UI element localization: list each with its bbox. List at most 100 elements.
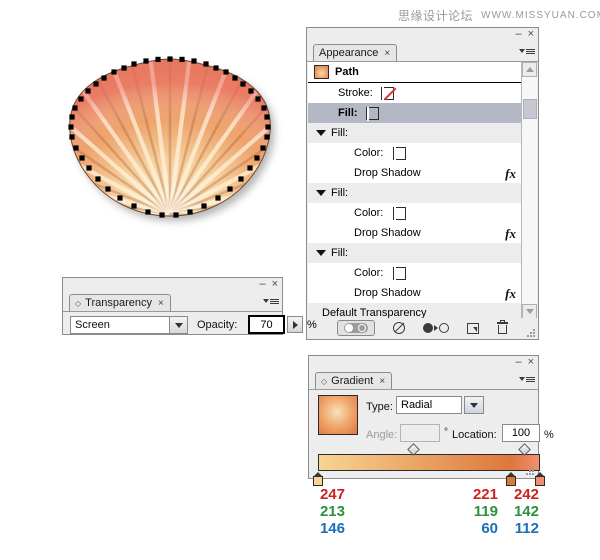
appearance-window-buttons[interactable]: – × bbox=[515, 29, 534, 40]
appearance-panel[interactable]: – × Appearance × Path Stroke: Fill: Fill… bbox=[306, 27, 539, 340]
duplicate-selected-item-button[interactable] bbox=[467, 322, 479, 334]
transparency-window-buttons[interactable]: – × bbox=[259, 279, 278, 290]
appearance-row-fill-selected[interactable]: Fill: bbox=[308, 103, 524, 123]
anchor-point[interactable] bbox=[261, 105, 267, 111]
tab-gradient[interactable]: ◇ Gradient × bbox=[315, 372, 393, 389]
chevron-down-icon[interactable] bbox=[169, 317, 187, 333]
anchor-point[interactable] bbox=[86, 165, 92, 171]
scrollbar-thumb[interactable] bbox=[523, 99, 537, 119]
disclosure-triangle-down-icon[interactable] bbox=[316, 130, 326, 136]
stroke-swatch-none-icon[interactable] bbox=[380, 86, 394, 101]
anchor-point[interactable] bbox=[79, 155, 85, 161]
anchor-point[interactable] bbox=[247, 165, 253, 171]
anchor-point[interactable] bbox=[143, 58, 149, 64]
reduce-to-basic-appearance-button[interactable] bbox=[423, 323, 449, 333]
anchor-point[interactable] bbox=[69, 114, 75, 120]
panel-menu-icon[interactable] bbox=[521, 373, 535, 386]
appearance-row-color-3[interactable]: Color: bbox=[308, 263, 524, 283]
anchor-point[interactable] bbox=[260, 145, 266, 151]
appearance-row-color-2[interactable]: Color: bbox=[308, 203, 524, 223]
color-swatch-2-icon[interactable] bbox=[393, 206, 407, 221]
close-icon[interactable]: × bbox=[272, 279, 278, 290]
anchor-point[interactable] bbox=[265, 124, 271, 130]
delete-selected-item-button[interactable] bbox=[497, 320, 508, 334]
anchor-point[interactable] bbox=[131, 203, 137, 209]
fill-swatch-icon[interactable] bbox=[365, 106, 379, 121]
anchor-point[interactable] bbox=[223, 69, 229, 75]
clear-appearance-button[interactable] bbox=[393, 322, 405, 334]
anchor-point[interactable] bbox=[201, 203, 207, 209]
gradient-type-select[interactable]: Radial bbox=[396, 396, 462, 414]
panel-menu-icon[interactable] bbox=[521, 45, 535, 58]
anchor-point[interactable] bbox=[159, 212, 165, 218]
gradient-tabrow[interactable]: ◇ Gradient × bbox=[309, 372, 538, 390]
anchor-point[interactable] bbox=[213, 65, 219, 71]
anchor-point[interactable] bbox=[105, 186, 111, 192]
anchor-point[interactable] bbox=[93, 81, 99, 87]
chevron-down-icon[interactable] bbox=[464, 396, 484, 414]
gradient-angle-input[interactable] bbox=[400, 424, 440, 442]
minimize-icon[interactable]: – bbox=[515, 357, 521, 368]
anchor-point[interactable] bbox=[145, 209, 151, 215]
tab-close-icon[interactable]: × bbox=[158, 298, 164, 309]
anchor-point[interactable] bbox=[173, 212, 179, 218]
anchor-point[interactable] bbox=[187, 209, 193, 215]
anchor-point[interactable] bbox=[232, 75, 238, 81]
appearance-group-fill-3[interactable]: Fill: bbox=[308, 243, 524, 263]
appearance-titlebar[interactable]: – × bbox=[307, 28, 538, 44]
scroll-down-arrow-icon[interactable] bbox=[522, 304, 537, 319]
new-art-maintains-appearance-button[interactable] bbox=[337, 320, 375, 336]
appearance-scrollbar[interactable] bbox=[521, 62, 537, 319]
appearance-row-drop-shadow-3[interactable]: Drop Shadow fx bbox=[308, 283, 524, 303]
disclosure-triangle-down-icon[interactable] bbox=[316, 250, 326, 256]
anchor-point[interactable] bbox=[254, 155, 260, 161]
tab-transparency[interactable]: ◇ Transparency × bbox=[69, 294, 171, 311]
anchor-point[interactable] bbox=[191, 58, 197, 64]
scroll-up-arrow-icon[interactable] bbox=[522, 62, 537, 77]
tab-close-icon[interactable]: × bbox=[384, 48, 390, 59]
appearance-group-fill-2[interactable]: Fill: bbox=[308, 183, 524, 203]
minimize-icon[interactable]: – bbox=[515, 29, 521, 40]
resize-grip[interactable] bbox=[527, 329, 536, 338]
anchor-point[interactable] bbox=[95, 176, 101, 182]
seashell-artwork[interactable] bbox=[58, 38, 283, 233]
gradient-stop-1[interactable] bbox=[313, 472, 323, 486]
transparency-panel[interactable]: – × ◇ Transparency × Screen Opacity: 70 … bbox=[62, 277, 317, 335]
tab-appearance[interactable]: Appearance × bbox=[313, 44, 398, 61]
anchor-point[interactable] bbox=[248, 88, 254, 94]
resize-grip[interactable] bbox=[526, 467, 535, 476]
anchor-point[interactable] bbox=[111, 69, 117, 75]
anchor-point[interactable] bbox=[203, 61, 209, 67]
close-icon[interactable]: × bbox=[528, 357, 534, 368]
gradient-titlebar[interactable]: – × bbox=[309, 356, 538, 372]
gradient-preview-thumbnail[interactable] bbox=[318, 395, 358, 435]
panel-menu-icon[interactable] bbox=[265, 295, 279, 308]
color-swatch-1-icon[interactable] bbox=[393, 146, 407, 161]
anchor-point[interactable] bbox=[68, 124, 74, 130]
disclosure-triangle-down-icon[interactable] bbox=[316, 190, 326, 196]
anchor-point[interactable] bbox=[101, 75, 107, 81]
appearance-row-drop-shadow-1[interactable]: Drop Shadow fx bbox=[308, 163, 524, 183]
minimize-icon[interactable]: – bbox=[259, 279, 265, 290]
anchor-point[interactable] bbox=[227, 186, 233, 192]
appearance-group-fill-1[interactable]: Fill: bbox=[308, 123, 524, 143]
anchor-point[interactable] bbox=[240, 81, 246, 87]
anchor-point[interactable] bbox=[264, 114, 270, 120]
anchor-point[interactable] bbox=[238, 176, 244, 182]
anchor-point[interactable] bbox=[117, 195, 123, 201]
fx-icon-1[interactable]: fx bbox=[505, 166, 516, 182]
anchor-point[interactable] bbox=[73, 145, 79, 151]
appearance-list[interactable]: Path Stroke: Fill: Fill: Color: Drop Sha… bbox=[308, 62, 524, 320]
anchor-point[interactable] bbox=[155, 56, 161, 62]
fx-icon-3[interactable]: fx bbox=[505, 286, 516, 302]
anchor-point[interactable] bbox=[85, 88, 91, 94]
blend-mode-select[interactable]: Screen bbox=[70, 316, 188, 334]
anchor-point[interactable] bbox=[78, 96, 84, 102]
anchor-point[interactable] bbox=[131, 61, 137, 67]
gradient-location-input[interactable]: 100 bbox=[502, 424, 540, 442]
appearance-footer-toolbar[interactable] bbox=[308, 318, 537, 338]
fx-icon-2[interactable]: fx bbox=[505, 226, 516, 242]
anchor-point[interactable] bbox=[121, 65, 127, 71]
gradient-stop-2[interactable] bbox=[506, 472, 517, 486]
transparency-tabrow[interactable]: ◇ Transparency × bbox=[63, 294, 282, 312]
